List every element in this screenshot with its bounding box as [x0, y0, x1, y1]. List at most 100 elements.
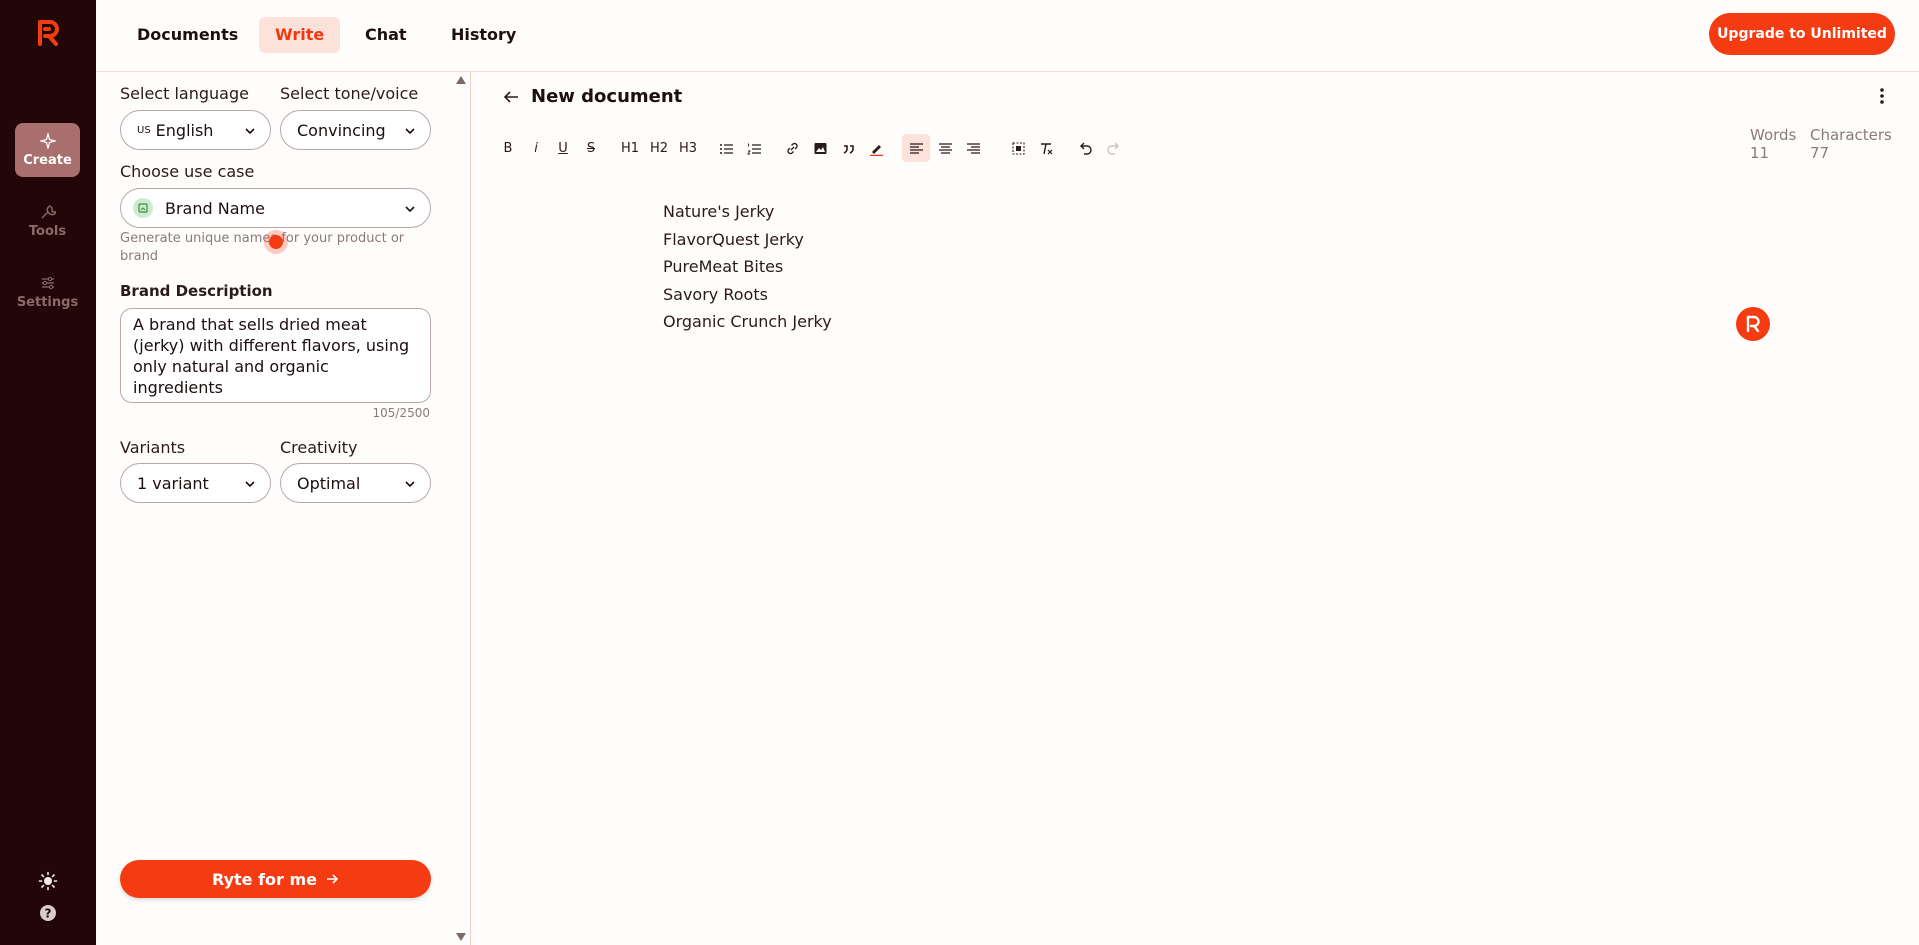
tab-write[interactable]: Write: [259, 17, 341, 53]
undo-icon: [1079, 142, 1092, 155]
tone-select[interactable]: Convincing: [280, 110, 431, 150]
top-navigation: Documents Write Chat History Upgrade to …: [96, 0, 1919, 72]
select-all-button[interactable]: [1006, 134, 1030, 162]
bold-button[interactable]: B: [496, 134, 520, 162]
language-label: Select language: [120, 84, 249, 103]
bullet-list-icon: [719, 143, 733, 154]
help-icon[interactable]: ?: [38, 903, 58, 923]
wrench-icon: [41, 204, 56, 218]
app-logo[interactable]: [36, 18, 60, 46]
chevron-down-icon: [405, 481, 415, 488]
character-count: Characters 77: [1810, 126, 1892, 162]
description-textarea[interactable]: A brand that sells dried meat (jerky) wi…: [120, 308, 431, 403]
link-button[interactable]: [780, 134, 804, 162]
rail-item-tools[interactable]: Tools: [15, 194, 80, 248]
rail-item-label: Tools: [28, 223, 67, 239]
more-options-icon[interactable]: [1879, 86, 1885, 106]
upgrade-button[interactable]: Upgrade to Unlimited: [1709, 13, 1895, 55]
words-value: 11: [1750, 144, 1770, 162]
image-button[interactable]: [808, 134, 832, 162]
heading2-button[interactable]: H2: [647, 134, 671, 162]
characters-value: 77: [1810, 144, 1830, 162]
strikethrough-button[interactable]: S: [579, 134, 603, 162]
italic-label: i: [534, 140, 538, 156]
document-editor: New document B i U S H1 H2 H3 Words 11 C…: [472, 72, 1919, 945]
document-body[interactable]: Nature's Jerky FlavorQuest Jerky PureMea…: [663, 198, 832, 336]
bold-label: B: [503, 140, 513, 156]
character-counter: 105/2500: [372, 406, 431, 420]
pointer-indicator: [264, 230, 288, 254]
tone-value: Convincing: [297, 120, 386, 140]
creativity-value: Optimal: [297, 473, 361, 493]
chevron-down-icon: [405, 206, 415, 213]
characters-label: Characters: [1810, 126, 1892, 144]
chevron-down-icon: [405, 128, 415, 135]
rail-item-settings[interactable]: Settings: [15, 265, 80, 319]
document-line[interactable]: PureMeat Bites: [663, 253, 832, 281]
ryte-for-me-button[interactable]: Ryte for me: [120, 860, 431, 898]
highlight-button[interactable]: [864, 134, 888, 162]
sun-icon[interactable]: [38, 871, 58, 891]
heading3-button[interactable]: H3: [676, 134, 700, 162]
app-rail: Create Tools Settings ?: [0, 0, 96, 945]
redo-button[interactable]: [1101, 134, 1125, 162]
underline-button[interactable]: U: [551, 134, 575, 162]
document-title[interactable]: New document: [531, 86, 682, 107]
us-flag-icon: US: [137, 124, 151, 136]
bullet-list-button[interactable]: [714, 134, 738, 162]
align-left-icon: [909, 142, 923, 154]
h3-label: H3: [678, 140, 698, 156]
creativity-label: Creativity: [280, 438, 358, 457]
generation-form: Select language Select tone/voice US Eng…: [96, 72, 471, 945]
variants-value: 1 variant: [137, 473, 209, 493]
scroll-up-arrow[interactable]: [456, 76, 466, 84]
creativity-select[interactable]: Optimal: [280, 463, 431, 503]
back-arrow-icon[interactable]: [502, 88, 520, 106]
link-icon: [786, 142, 798, 154]
brand-name-icon: [133, 198, 153, 218]
chevron-down-icon: [245, 481, 255, 488]
quote-button[interactable]: [836, 134, 860, 162]
numbered-list-button[interactable]: [742, 134, 766, 162]
italic-button[interactable]: i: [524, 134, 548, 162]
underline-label: U: [558, 140, 568, 156]
usecase-value: Brand Name: [165, 198, 265, 218]
words-label: Words: [1750, 126, 1797, 144]
arrow-right-icon: [327, 874, 339, 884]
svg-text:?: ?: [45, 907, 52, 921]
quote-icon: [843, 144, 854, 154]
usecase-label: Choose use case: [120, 162, 255, 181]
align-left-button[interactable]: [902, 134, 930, 162]
brand-r-icon: [1746, 315, 1760, 333]
document-line[interactable]: Savory Roots: [663, 281, 832, 309]
tone-label: Select tone/voice: [280, 84, 419, 103]
tab-chat[interactable]: Chat: [349, 17, 423, 53]
align-right-button[interactable]: [961, 134, 985, 162]
ai-assistant-button[interactable]: [1736, 307, 1770, 341]
variants-select[interactable]: 1 variant: [120, 463, 271, 503]
tab-history[interactable]: History: [435, 17, 532, 53]
scroll-down-arrow[interactable]: [456, 933, 466, 941]
document-line[interactable]: Nature's Jerky: [663, 198, 832, 226]
tab-documents[interactable]: Documents: [121, 17, 254, 53]
align-center-icon: [938, 142, 952, 154]
rail-item-create[interactable]: Create: [15, 123, 80, 177]
heading1-button[interactable]: H1: [618, 134, 642, 162]
ryte-button-label: Ryte for me: [211, 869, 318, 889]
variants-label: Variants: [120, 438, 186, 457]
usecase-select[interactable]: Brand Name: [120, 188, 431, 228]
numbered-list-icon: [746, 143, 761, 154]
align-center-button[interactable]: [933, 134, 957, 162]
document-line[interactable]: FlavorQuest Jerky: [663, 226, 832, 254]
rail-item-label: Settings: [16, 294, 79, 310]
align-right-icon: [966, 142, 980, 154]
undo-button[interactable]: [1073, 134, 1097, 162]
description-label: Brand Description: [120, 282, 273, 300]
language-select[interactable]: US English: [120, 110, 271, 150]
clear-formatting-button[interactable]: [1034, 134, 1058, 162]
sparkle-icon: [39, 132, 56, 149]
redo-icon: [1106, 142, 1119, 155]
document-line[interactable]: Organic Crunch Jerky: [663, 308, 832, 336]
chevron-down-icon: [245, 128, 255, 135]
clear-format-icon: [1040, 142, 1052, 154]
